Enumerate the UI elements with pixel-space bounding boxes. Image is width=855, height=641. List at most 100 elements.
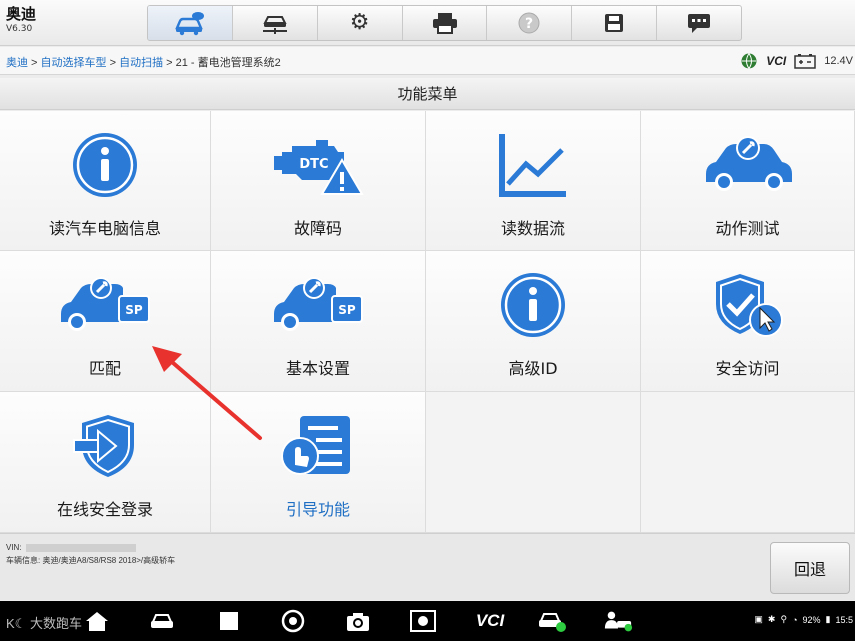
tile-live-data[interactable]: 读数据流 [426,111,641,251]
svg-text:?: ? [525,16,533,32]
tile-label: 在线安全登录 [56,500,153,519]
help-button[interactable]: ? [487,6,573,40]
back-button[interactable]: 回退 [770,542,850,594]
recent-apps-button[interactable] [214,608,244,634]
vci-manager-button[interactable]: VCI [470,608,510,634]
home-nav-button[interactable] [82,608,112,634]
car-lift-button[interactable] [233,6,318,40]
car-sp-icon: SP [274,277,363,331]
car-cloud-icon [175,12,204,36]
breadcrumb-separator: > [106,57,120,69]
breadcrumb: 奥迪 > 自动选择车型 > 自动扫描 > 21 - 蓄电池管理系统2 [6,54,281,70]
function-grid: 读汽车电脑信息 DTC 故障码 读数据流 动作测试 SP 匹配 SP 基本设置 … [0,111,855,533]
tile-label: 高级ID [508,359,558,378]
browser-button[interactable] [278,608,308,634]
voltage-readout: 12.4V [824,55,853,67]
tile-label: 安全访问 [715,359,780,378]
tile-label: 读汽车电脑信息 [48,219,161,238]
tile-security-access[interactable]: 安全访问 [641,251,855,392]
globe-icon[interactable] [740,52,758,70]
tile-label: 动作测试 [715,219,780,238]
svg-text:SP: SP [338,303,356,317]
wifi-icon: ◔ [792,614,798,625]
vehicle-connect-button[interactable] [537,608,567,634]
brightness-button[interactable] [408,608,438,634]
home-car-button[interactable] [148,6,233,40]
tile-label: 匹配 [88,359,121,378]
help-icon: ? [518,12,540,34]
tile-adaptation[interactable]: SP 匹配 [0,251,211,392]
car-sp-icon: SP [61,277,150,331]
guided-doc-icon [281,416,350,475]
tile-empty [641,392,855,533]
tile-actuation-test[interactable]: 动作测试 [641,111,855,251]
toolbar: ⚙ ? [147,5,742,41]
car-check-icon [539,613,566,632]
breadcrumb-link-auto-select[interactable]: 自动选择车型 [41,57,107,69]
save-icon [605,14,624,32]
watermark: K☾ 大数跑车 [6,613,82,632]
print-button[interactable] [403,6,488,40]
breadcrumb-separator: > [28,57,41,69]
info-icon [73,133,137,197]
tile-label: 读数据流 [500,219,565,238]
tile-label: 引导功能 [285,500,350,519]
vci-icon: VCI [475,611,505,630]
settings-button[interactable]: ⚙ [318,6,403,40]
dtc-engine-icon: DTC [274,140,364,195]
breadcrumb-link-auto-scan[interactable]: 自动扫描 [119,57,163,69]
screenshot-notification-icon: ▣ [754,614,763,624]
vin-row: VIN: [6,543,136,552]
vci-status[interactable]: VCI [766,54,786,68]
vehicle-info-footer: VIN: 车辆信息: 奥迪/奥迪A8/S8/RS8 2018>/高级轿车 回退 [0,533,855,600]
watermark-text: 大数跑车 [29,616,82,631]
camera-button[interactable] [343,608,373,634]
system-status: ▣ ✱ ⚲ ◔ 92% ▮ 15:5 [754,614,853,625]
status-area: VCI 12.4V [740,52,853,70]
brand: 奥迪 V6.30 [6,5,36,35]
message-button[interactable] [657,6,741,40]
user-car-icon [604,611,633,632]
browser-icon [281,609,305,633]
vehicle-info: 车辆信息: 奥迪/奥迪A8/S8/RS8 2018>/高级轿车 [6,556,176,565]
page-title: 功能菜单 [0,78,855,110]
vin-redacted [25,543,136,552]
recent-apps-icon [220,612,238,630]
user-car-button[interactable] [603,608,633,634]
line-chart-icon [499,134,566,197]
svg-text:DTC: DTC [299,157,328,172]
save-button[interactable] [572,6,658,40]
battery-icon [794,54,816,69]
car-wrench-icon [705,136,792,191]
brightness-icon [410,610,436,632]
watermark-logo: K☾ [6,616,27,631]
breadcrumb-separator: > [163,57,176,69]
top-bar: 奥迪 V6.30 ⚙ ? [0,0,855,46]
tile-label: 基本设置 [285,359,350,378]
breadcrumb-bar: 奥迪 > 自动选择车型 > 自动扫描 > 21 - 蓄电池管理系统2 VCI 1… [0,47,855,75]
tile-advanced-id[interactable]: 高级ID [426,251,641,392]
home-icon [86,612,108,631]
svg-text:SP: SP [125,303,143,317]
tile-basic-settings[interactable]: SP 基本设置 [211,251,426,392]
tile-empty [426,392,641,533]
bluetooth-icon: ✱ [767,614,776,624]
tile-online-security-login[interactable]: 在线安全登录 [0,392,211,533]
autel-home-button[interactable] [147,608,177,634]
gear-icon: ⚙ [349,10,370,35]
battery-level: 92% [802,614,821,625]
breadcrumb-current: 21 - 蓄电池管理系统2 [175,57,281,69]
breadcrumb-link-make[interactable]: 奥迪 [6,57,28,69]
vin-label: VIN: [6,543,22,552]
location-icon: ⚲ [780,614,788,624]
tile-read-ecu-info[interactable]: 读汽车电脑信息 [0,111,211,251]
shield-login-icon [73,415,134,477]
tile-dtc[interactable]: DTC 故障码 [211,111,426,251]
clock: 15:5 [835,614,853,625]
info-icon [501,273,565,337]
tile-label: 故障码 [293,219,342,238]
app-screen: 奥迪 V6.30 ⚙ ? 奥迪 > 自动选择车型 > 自动扫描 > 21 - 蓄… [0,0,855,641]
car-lift-icon [262,16,287,34]
shield-check-icon [715,274,783,337]
tile-guided-functions[interactable]: 引导功能 [211,392,426,533]
